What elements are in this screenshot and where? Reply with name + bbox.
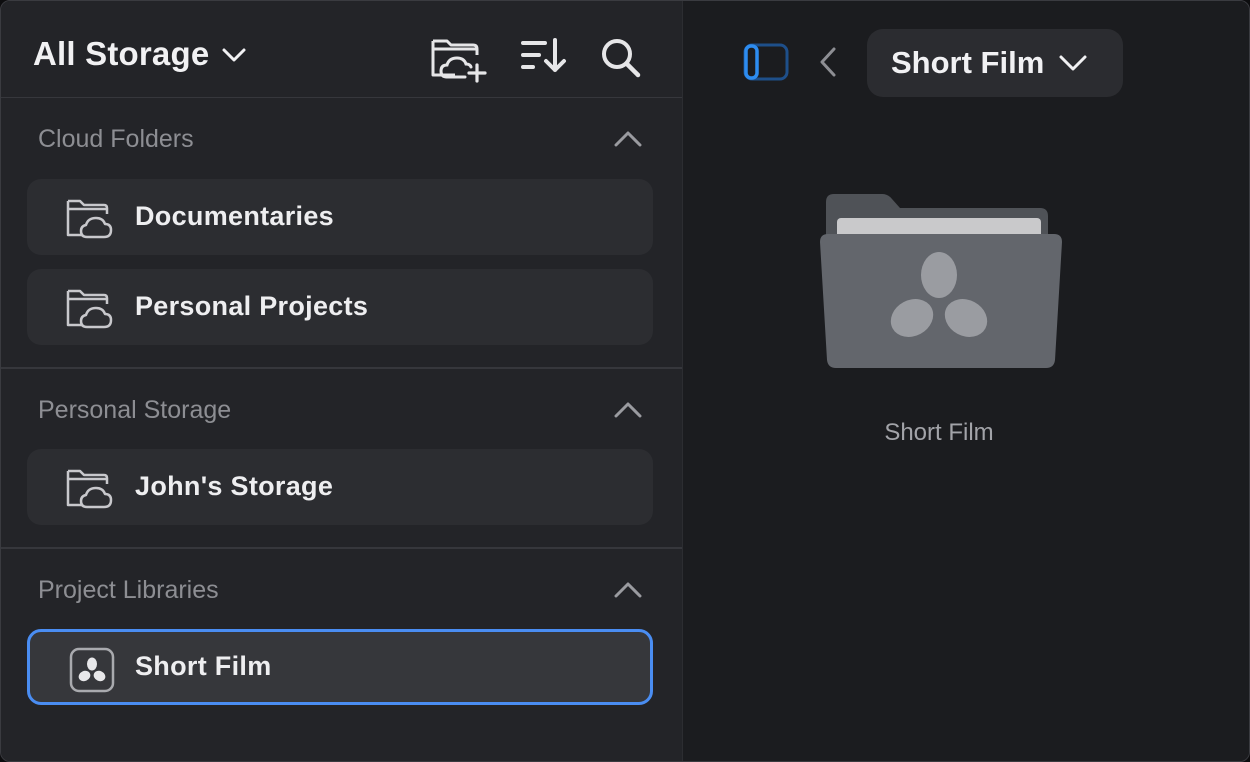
folder-tile-label: Short Film bbox=[884, 419, 994, 446]
sidebar-item-personal-projects[interactable]: Personal Projects bbox=[27, 269, 653, 345]
chevron-down-icon bbox=[221, 47, 247, 68]
sidebar-item-label: Personal Projects bbox=[135, 291, 369, 321]
breadcrumb-dropdown[interactable]: Short Film bbox=[867, 29, 1123, 97]
resolve-folder-icon bbox=[808, 194, 1070, 380]
cloud-folder-icon bbox=[65, 467, 113, 516]
sidebar-item-documentaries[interactable]: Documentaries bbox=[27, 179, 653, 255]
section-title-project-libraries: Project Libraries bbox=[38, 576, 219, 604]
sidebar-item-short-film[interactable]: Short Film bbox=[27, 629, 653, 705]
search-icon[interactable] bbox=[599, 36, 643, 83]
sidebar-toggle-icon[interactable] bbox=[743, 43, 789, 86]
cloud-folder-icon bbox=[65, 287, 113, 336]
chevron-up-icon[interactable] bbox=[613, 400, 643, 425]
sidebar: All Storage Cloud Folders Documentaries … bbox=[1, 1, 683, 761]
resolve-library-icon bbox=[69, 647, 115, 698]
sidebar-item-label: John's Storage bbox=[135, 471, 334, 501]
cloud-folder-icon bbox=[65, 197, 113, 246]
sidebar-item-label: Documentaries bbox=[135, 201, 334, 231]
breadcrumb-label: Short Film bbox=[891, 45, 1045, 80]
folder-tile-short-film[interactable] bbox=[808, 186, 1070, 381]
sort-icon[interactable] bbox=[519, 37, 569, 80]
new-cloud-folder-icon[interactable] bbox=[429, 33, 489, 88]
sidebar-header: All Storage bbox=[1, 1, 682, 98]
chevron-up-icon[interactable] bbox=[613, 129, 643, 154]
storage-dropdown[interactable]: All Storage bbox=[33, 35, 247, 73]
chevron-down-icon bbox=[1058, 54, 1088, 77]
sidebar-item-label: Short Film bbox=[135, 651, 272, 681]
main-panel: Short Film Short Film bbox=[683, 1, 1249, 761]
sidebar-item-johns-storage[interactable]: John's Storage bbox=[27, 449, 653, 525]
section-divider bbox=[1, 367, 682, 369]
section-title-personal-storage: Personal Storage bbox=[38, 396, 232, 424]
chevron-up-icon[interactable] bbox=[613, 580, 643, 605]
app-window: All Storage Cloud Folders Documentaries … bbox=[0, 0, 1250, 762]
storage-title: All Storage bbox=[33, 35, 210, 72]
section-divider bbox=[1, 547, 682, 549]
back-chevron-icon[interactable] bbox=[817, 45, 839, 84]
section-title-cloud-folders: Cloud Folders bbox=[38, 125, 194, 153]
